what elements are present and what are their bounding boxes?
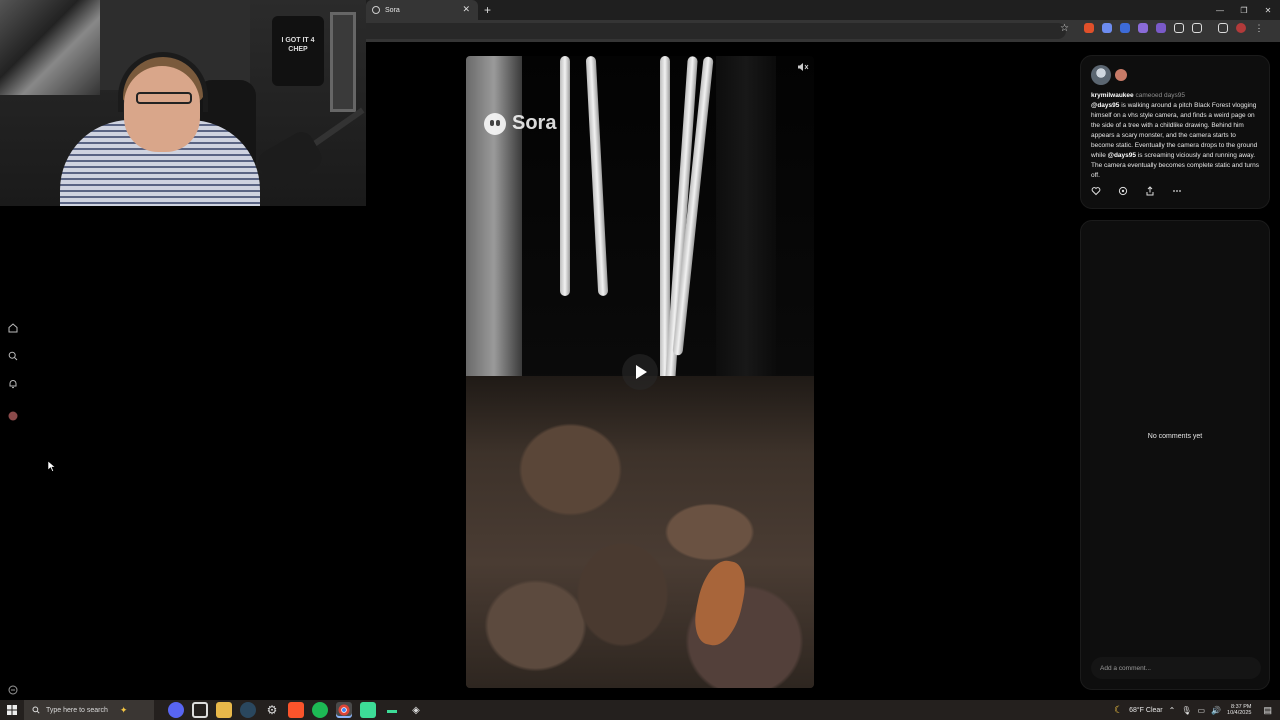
tray-chevron-up-icon[interactable]: ⌃	[1169, 706, 1176, 715]
post-caption: @days95 is walking around a pitch Black …	[1091, 101, 1259, 181]
author-avatar[interactable]	[1091, 65, 1111, 85]
video-branch	[585, 56, 609, 297]
taskbar-clock[interactable]: 8:37 PM 10/4/2025	[1227, 704, 1251, 717]
no-comments-text: No comments yet	[1147, 433, 1203, 440]
window-controls: — ❐ ✕	[1208, 0, 1280, 20]
obs-icon[interactable]	[192, 702, 208, 718]
screen-share-icon[interactable]	[1192, 23, 1202, 33]
sora-favicon-icon	[372, 6, 380, 14]
taskbar-search[interactable]: Type here to search ✦	[24, 700, 154, 720]
comment-input[interactable]	[1091, 657, 1261, 679]
discord-icon[interactable]	[168, 702, 184, 718]
volume-icon[interactable]: 🔊	[1211, 706, 1221, 715]
caption-text-1: is walking around a pitch Black Forest v…	[1091, 102, 1258, 159]
webcam-overlay: I GOT IT 4 CHEP	[0, 0, 366, 206]
video-player[interactable]: Sora	[466, 56, 814, 688]
terminal-icon[interactable]: ▬	[384, 702, 400, 718]
sora-watermark: Sora	[484, 112, 556, 135]
wall-shirt: I GOT IT 4 CHEP	[272, 16, 324, 86]
capcut-icon[interactable]: ◈	[408, 702, 424, 718]
video-tree-trunk-left	[466, 56, 522, 416]
mouse-cursor-icon	[46, 460, 58, 472]
cameo-avatar[interactable]	[1115, 69, 1127, 81]
bookmark-star-icon[interactable]: ☆	[1060, 23, 1069, 34]
sora-watermark-text: Sora	[512, 112, 557, 134]
address-bar[interactable]	[366, 23, 1066, 39]
windows-taskbar: Type here to search ✦ ⚙ ▬ ◈ ☾ 68°F Clear…	[0, 700, 1280, 720]
media-controls-icon[interactable]	[1218, 23, 1228, 33]
spotify-icon[interactable]	[312, 702, 328, 718]
brave-icon[interactable]	[288, 702, 304, 718]
remix-icon[interactable]	[1118, 186, 1128, 196]
sora-logo-icon	[484, 112, 506, 135]
extension-fire-icon[interactable]	[1084, 23, 1094, 33]
browser-menu-icon[interactable]: ⋮	[1254, 23, 1264, 33]
extension-purple-icon[interactable]	[1156, 23, 1166, 33]
browser-tabstrip: Sora ✕ + — ❐ ✕	[366, 0, 1280, 20]
comments-panel: No comments yet	[1080, 220, 1270, 690]
home-icon[interactable]	[7, 322, 19, 334]
chrome-icon[interactable]	[336, 702, 352, 718]
tab-close-icon[interactable]: ✕	[462, 4, 470, 15]
green-app-icon[interactable]	[360, 702, 376, 718]
extensions-area: ⋮	[1084, 23, 1264, 33]
start-button[interactable]	[0, 700, 24, 720]
close-window-button[interactable]: ✕	[1256, 0, 1280, 20]
mention-link[interactable]: @days95	[1108, 152, 1136, 159]
post-details-card: krymilwaukee cameoed days95 @days95 is w…	[1080, 55, 1270, 209]
tab-title: Sora	[385, 6, 400, 14]
share-icon[interactable]	[1145, 186, 1155, 196]
more-options-icon[interactable]	[1172, 186, 1182, 196]
microphone-icon[interactable]: 🎙	[1181, 706, 1191, 715]
file-explorer-icon[interactable]	[216, 702, 232, 718]
weather-moon-icon: ☾	[1114, 704, 1124, 716]
play-button[interactable]	[622, 354, 658, 390]
profile-avatar-icon[interactable]	[7, 410, 19, 422]
browser-toolbar: ☆ ⋮	[366, 20, 1280, 42]
play-icon	[636, 365, 647, 379]
profile-avatar[interactable]	[1236, 23, 1246, 33]
video-branch	[560, 56, 570, 296]
mention-link[interactable]: @days95	[1091, 102, 1119, 109]
extension-audio-icon[interactable]	[1102, 23, 1112, 33]
extension-blue-icon[interactable]	[1120, 23, 1130, 33]
help-icon[interactable]	[8, 682, 18, 695]
notifications-bell-icon[interactable]	[7, 378, 19, 390]
video-leaf-ground	[466, 376, 814, 688]
extensions-puzzle-icon[interactable]	[1174, 23, 1184, 33]
taskbar-search-icon	[32, 706, 40, 714]
minimize-button[interactable]: —	[1208, 0, 1232, 20]
pinned-apps: ⚙ ▬ ◈	[168, 702, 424, 718]
author-username[interactable]: krymilwaukee	[1091, 92, 1134, 99]
like-heart-icon[interactable]	[1091, 186, 1101, 196]
new-tab-button[interactable]: +	[484, 3, 491, 17]
windows-logo-icon	[7, 705, 17, 715]
clock-date: 10/4/2025	[1227, 710, 1252, 716]
notification-center-icon[interactable]: ▤	[1263, 705, 1272, 716]
extension-pen-icon[interactable]	[1138, 23, 1148, 33]
bridge-poster	[0, 0, 100, 95]
post-author-line: krymilwaukee cameoed days95	[1091, 92, 1259, 100]
cameo-text: cameoed days95	[1135, 92, 1185, 99]
speaker-muted-icon	[798, 63, 809, 71]
restore-button[interactable]: ❐	[1232, 0, 1256, 20]
taskbar-search-text: Type here to search	[46, 706, 108, 714]
weather-text[interactable]: 68°F Clear	[1129, 707, 1163, 714]
author-avatars	[1091, 64, 1259, 86]
network-icon[interactable]: ▭	[1197, 706, 1205, 715]
microphone	[254, 127, 326, 193]
system-tray: ☾ 68°F Clear ⌃ 🎙 ▭ 🔊 8:37 PM 10/4/2025 ▤	[1114, 700, 1280, 720]
search-highlight-icon: ✦	[119, 704, 128, 715]
post-actions	[1091, 186, 1182, 196]
video-tree-trunk-right	[716, 56, 776, 376]
wall-mirror	[330, 12, 356, 112]
tab-sora[interactable]: Sora ✕	[366, 0, 478, 20]
mute-toggle-button[interactable]	[795, 60, 811, 74]
settings-gear-icon[interactable]: ⚙	[264, 702, 280, 718]
search-icon[interactable]	[7, 350, 19, 362]
steam-icon[interactable]	[240, 702, 256, 718]
shirt-text: I GOT IT 4 CHEP	[281, 37, 315, 53]
